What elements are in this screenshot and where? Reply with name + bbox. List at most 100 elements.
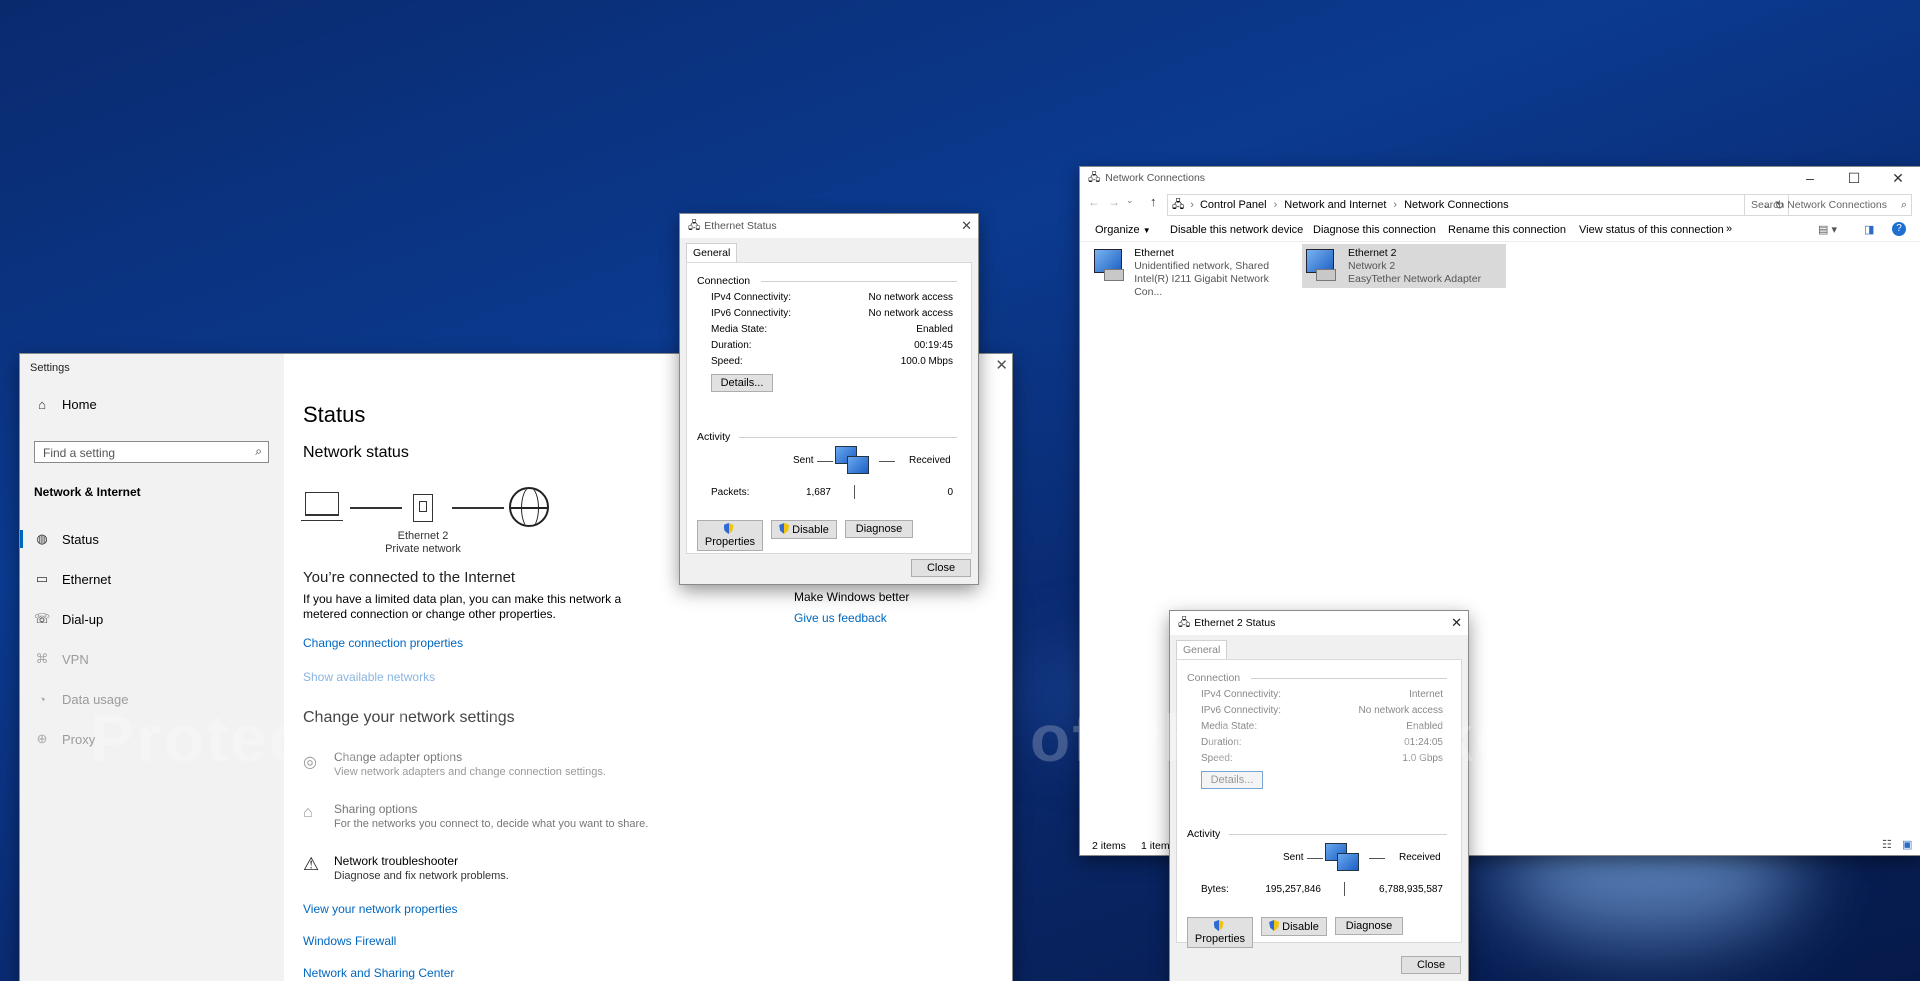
close-button[interactable]: Close (1401, 956, 1461, 974)
close-button[interactable]: Close (911, 559, 971, 577)
received-label: Received (909, 455, 951, 466)
disable-device-command[interactable]: Disable this network device (1170, 224, 1303, 236)
row-value: 01:24:05 (1404, 737, 1443, 748)
row-label: IPv4 Connectivity: (711, 292, 792, 303)
received-label: Received (1399, 852, 1441, 863)
settings-search-box[interactable]: Find a setting ⌕ (34, 441, 269, 463)
organize-menu[interactable]: Organize ▼ (1095, 224, 1151, 236)
divider (854, 485, 855, 499)
change-adapter-options[interactable]: ◎ Change adapter options View network ad… (303, 750, 753, 786)
tab-general[interactable]: General (1176, 640, 1228, 659)
connection-item-ethernet-2[interactable]: Ethernet 2 Network 2 EasyTether Network … (1302, 244, 1506, 288)
connection-item-ethernet[interactable]: Ethernet Unidentified network, Shared In… (1092, 247, 1292, 298)
bytes-sent-value: 195,257,846 (1265, 884, 1321, 895)
give-feedback-link[interactable]: Give us feedback (794, 611, 887, 625)
minimize-icon[interactable]: – (1788, 164, 1832, 192)
data-plan-text: If you have a limited data plan, you can… (303, 592, 622, 621)
breadcrumb-network-internet[interactable]: Network and Internet (1284, 199, 1386, 211)
diagnose-button[interactable]: Diagnose (845, 520, 913, 538)
option-title: Sharing options (334, 802, 418, 816)
sidebar-item-data-usage[interactable]: ◔ Data usage (20, 681, 284, 717)
forward-icon[interactable]: → (1108, 195, 1120, 209)
sidebar-item-vpn[interactable]: ⌘ VPN (20, 641, 284, 677)
sidebar-item-dialup[interactable]: ☏ Dial-up (20, 601, 284, 637)
network-troubleshooter[interactable]: ⚠ Network troubleshooter Diagnose and fi… (303, 854, 753, 890)
shield-icon (723, 523, 734, 534)
recent-locations-icon[interactable]: ⌄ (1126, 195, 1134, 206)
packets-received-value: 0 (947, 487, 953, 498)
button-label: Disable (1282, 921, 1319, 933)
view-status-command[interactable]: View status of this connection (1579, 224, 1724, 236)
diagnose-button[interactable]: Diagnose (1335, 917, 1403, 935)
breadcrumb-control-panel[interactable]: Control Panel (1200, 199, 1267, 211)
command-bar: Organize ▼ Disable this network device D… (1080, 219, 1920, 242)
help-icon[interactable]: ? (1892, 222, 1906, 236)
properties-button[interactable]: Properties (697, 520, 763, 551)
tab-general[interactable]: General (686, 243, 738, 262)
vpn-icon: ⌘ (35, 651, 49, 666)
general-panel: Connection IPv4 Connectivity: No network … (686, 262, 972, 554)
search-icon[interactable]: ⌕ (255, 444, 262, 459)
sidebar-item-status[interactable]: ◍ Status (20, 521, 284, 557)
windows-firewall-link[interactable]: Windows Firewall (303, 934, 396, 948)
divider (817, 461, 833, 462)
sidebar-item-proxy[interactable]: ⊕ Proxy (20, 721, 284, 757)
connection-group-label: Connection (697, 275, 751, 287)
row-label: Speed: (1201, 753, 1233, 764)
sharing-options[interactable]: ⌂ Sharing options For the networks you c… (303, 802, 753, 838)
home-nav-item[interactable]: ⌂ Home (20, 386, 284, 422)
preview-pane-icon[interactable]: ◨ (1864, 223, 1874, 236)
more-commands[interactable]: » (1726, 223, 1732, 235)
rename-command[interactable]: Rename this connection (1448, 224, 1566, 236)
sidebar-item-label: Status (62, 531, 99, 547)
network-icon: 🖧 (688, 219, 701, 232)
window-titlebar: 🖧 Network Connections – ☐ ✕ (1080, 167, 1920, 189)
settings-close-icon[interactable]: ✕ (995, 356, 1008, 374)
back-icon[interactable]: ← (1088, 195, 1100, 209)
disable-button[interactable]: Disable (771, 520, 837, 539)
details-button[interactable]: Details... (1201, 771, 1263, 789)
large-icons-view-icon[interactable]: ▣ (1902, 838, 1912, 851)
address-bar[interactable]: 🖧 › Control Panel › Network and Internet… (1167, 194, 1789, 216)
maximize-icon[interactable]: ☐ (1832, 164, 1876, 192)
adapter-name: Ethernet 2 (397, 530, 449, 542)
close-icon[interactable]: ✕ (961, 218, 972, 234)
ethernet-status-dialog: 🖧 Ethernet Status ✕ General Connection I… (680, 214, 978, 584)
breadcrumb-network-connections[interactable]: Network Connections (1404, 199, 1509, 211)
network-sharing-center-link[interactable]: Network and Sharing Center (303, 966, 454, 980)
activity-group-label: Activity (697, 431, 731, 443)
sidebar-item-label: Proxy (62, 731, 96, 747)
sidebar-item-ethernet[interactable]: ▭ Ethernet (20, 561, 284, 597)
connection-group-label: Connection (1187, 672, 1241, 684)
connection-name: Ethernet 2 (1348, 247, 1397, 259)
change-view-icon[interactable]: ▤ ▾ (1818, 223, 1837, 236)
search-icon[interactable]: ⌕ (1901, 199, 1907, 212)
control-panel-icon: 🖧 (1088, 171, 1101, 184)
details-button[interactable]: Details... (711, 374, 773, 392)
properties-button[interactable]: Properties (1187, 917, 1253, 948)
show-available-networks-link[interactable]: Show available networks (303, 670, 435, 684)
sidebar-item-label: Ethernet (62, 571, 112, 587)
details-view-icon[interactable]: ☷ (1882, 838, 1892, 851)
disable-button[interactable]: Disable (1261, 917, 1327, 936)
view-network-properties-link[interactable]: View your network properties (303, 902, 458, 916)
breadcrumb-separator-icon: › (1273, 199, 1278, 211)
network-adapter-icon (1092, 247, 1128, 283)
sharing-icon: ⌂ (303, 804, 313, 821)
change-connection-properties-link[interactable]: Change connection properties (303, 636, 463, 650)
link-line (452, 507, 504, 509)
option-desc: For the networks you connect to, decide … (334, 818, 649, 830)
page-title: Status (303, 402, 366, 427)
settings-title: Settings (30, 362, 70, 374)
globe-icon: ◍ (36, 531, 48, 546)
diagnose-command[interactable]: Diagnose this connection (1313, 224, 1436, 236)
up-icon[interactable]: ↑ (1150, 194, 1157, 209)
close-icon[interactable]: ✕ (1876, 164, 1920, 192)
search-box[interactable]: Search Network Connections ⌕ (1744, 194, 1912, 216)
adapter-label: Ethernet 2 Private network (373, 530, 473, 556)
row-value: 100.0 Mbps (900, 356, 953, 367)
close-icon[interactable]: ✕ (1451, 615, 1462, 631)
home-icon: ⌂ (38, 396, 46, 412)
dialog-titlebar: 🖧 Ethernet Status ✕ (680, 214, 978, 238)
section-heading: Network & Internet (34, 485, 141, 499)
